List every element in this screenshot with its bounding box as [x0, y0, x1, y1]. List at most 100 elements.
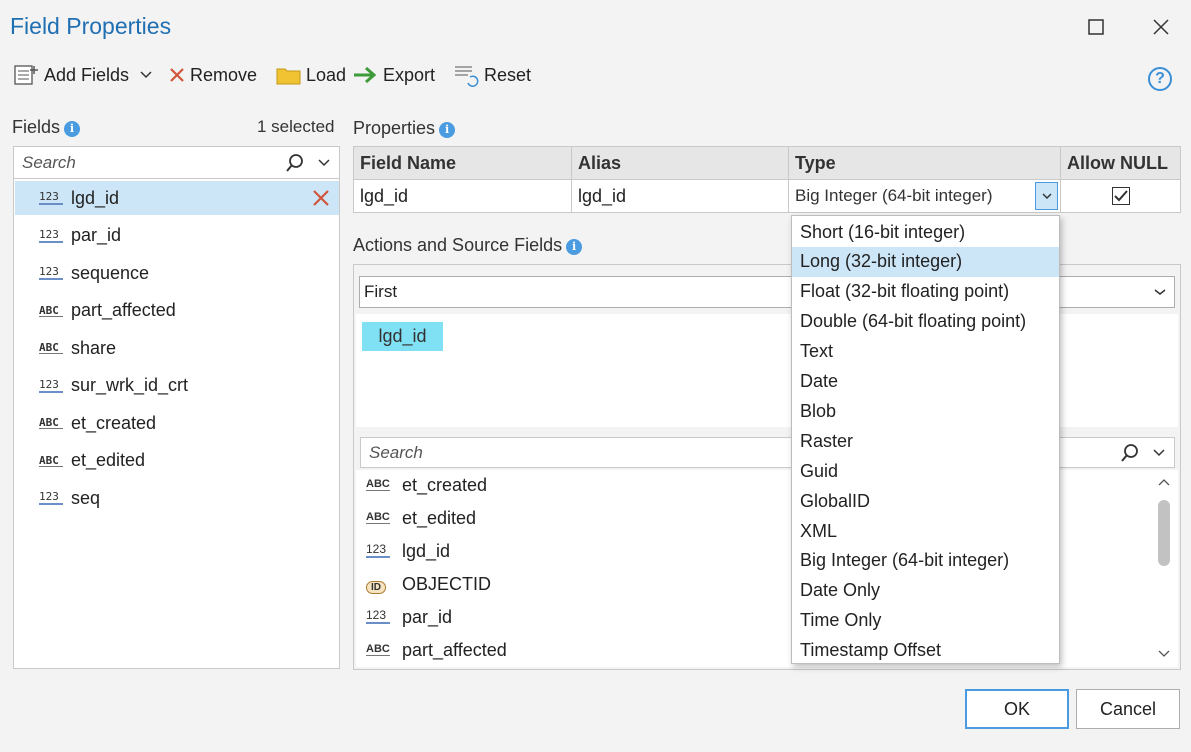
column-header-allow-null[interactable]: Allow NULL [1061, 147, 1180, 179]
text-field-icon: ABC [39, 305, 63, 317]
type-dropdown-button[interactable] [1035, 182, 1058, 210]
remove-label: Remove [190, 64, 258, 85]
field-list-item-label: sur_wrk_id_crt [71, 375, 189, 395]
allow-null-checkbox[interactable] [1111, 187, 1130, 205]
source-list-scrollbar[interactable] [1154, 472, 1174, 664]
column-header-type[interactable]: Type [789, 147, 1061, 179]
field-list-item[interactable]: 123 sequence [15, 256, 339, 290]
type-option[interactable]: Raster [792, 426, 1059, 456]
info-icon: i [64, 120, 81, 137]
field-list-item[interactable]: ABC et_edited [15, 444, 339, 478]
help-icon[interactable]: ? [1148, 67, 1172, 91]
field-list-item[interactable]: 123 sur_wrk_id_crt [15, 369, 339, 403]
field-list-item-label: et_edited [71, 450, 146, 470]
fields-search-input[interactable]: Search [14, 147, 339, 179]
type-value: Big Integer (64-bit integer) [795, 186, 993, 205]
dialog-title: Field Properties [10, 13, 172, 39]
reset-button[interactable]: Reset [454, 60, 531, 90]
field-list-item-label: seq [71, 487, 101, 508]
type-option[interactable]: Double (64-bit floating point) [792, 307, 1059, 337]
checkmark-icon [1113, 190, 1128, 202]
source-field-item[interactable]: ID OBJECTID [366, 568, 491, 600]
ok-button[interactable]: OK [965, 689, 1069, 729]
field-list-item-label: part_affected [71, 300, 176, 320]
number-field-icon: 123 [39, 491, 63, 505]
export-arrow-icon [354, 66, 377, 84]
source-field-item[interactable]: ABC et_edited [366, 502, 476, 534]
load-label: Load [306, 64, 347, 85]
field-list-item[interactable]: ABC et_created [15, 406, 339, 440]
add-fields-button[interactable]: Add Fields [14, 60, 157, 90]
type-cell[interactable]: Big Integer (64-bit integer) [789, 179, 1061, 212]
type-option[interactable]: Date [792, 367, 1059, 397]
field-list-item[interactable]: ABC part_affected [15, 294, 339, 328]
chevron-down-icon [1041, 193, 1052, 200]
load-button[interactable]: Load [276, 60, 346, 90]
text-field-icon: ABC [366, 511, 390, 524]
type-option[interactable]: XML [792, 516, 1059, 546]
type-option[interactable]: Timestamp Offset [792, 636, 1059, 666]
type-option[interactable]: Date Only [792, 576, 1059, 606]
field-list-item-label: share [71, 337, 117, 358]
source-field-label: et_created [402, 474, 488, 495]
text-field-icon: ABC [366, 478, 390, 491]
source-field-item[interactable]: ABC part_affected [366, 634, 507, 666]
scrollbar-thumb[interactable] [1158, 500, 1170, 566]
type-option[interactable]: Text [792, 337, 1059, 367]
field-list-item[interactable]: 123 seq [15, 481, 339, 515]
text-field-icon: ABC [39, 342, 63, 354]
field-list-item[interactable]: ABC share [15, 331, 339, 365]
source-field-label: et_edited [402, 507, 477, 528]
source-field-label: par_id [402, 606, 453, 627]
type-option[interactable]: Blob [792, 396, 1059, 426]
info-icon: i [439, 121, 456, 138]
allow-null-cell [1061, 179, 1180, 212]
text-field-icon: ABC [366, 643, 390, 656]
close-button[interactable] [1146, 12, 1176, 42]
remove-field-icon[interactable] [312, 189, 330, 207]
type-dropdown-list: Short (16-bit integer) Long (32-bit integ… [791, 215, 1060, 664]
number-field-icon: 123 [39, 229, 63, 243]
chevron-down-icon [318, 158, 330, 166]
add-fields-icon [14, 65, 38, 85]
field-list-item-label: par_id [71, 225, 122, 245]
maximize-button[interactable] [1081, 12, 1111, 42]
field-name-cell[interactable]: lgd_id [354, 179, 572, 212]
field-list-item-label: et_created [71, 412, 157, 433]
chevron-down-icon [140, 71, 152, 79]
field-list-item[interactable]: 123 lgd_id [15, 181, 339, 215]
search-icon [286, 153, 303, 172]
actions-label: Actions and Source Fields i [353, 235, 583, 256]
field-list-item[interactable]: 123 par_id [15, 219, 339, 253]
source-chip[interactable]: lgd_id [362, 322, 443, 351]
type-option[interactable]: Guid [792, 456, 1059, 486]
type-option[interactable]: Long (32-bit integer) [792, 246, 1059, 277]
remove-x-icon [170, 68, 184, 82]
reset-label: Reset [484, 64, 532, 85]
column-header-field-name[interactable]: Field Name [354, 147, 572, 179]
cancel-button[interactable]: Cancel [1076, 689, 1180, 729]
number-field-icon: 123 [39, 191, 63, 205]
chevron-down-icon [1154, 289, 1166, 295]
number-field-icon: 123 [39, 379, 63, 393]
source-field-label: part_affected [402, 639, 507, 660]
column-header-alias[interactable]: Alias [572, 147, 789, 179]
source-field-item[interactable]: 123 par_id [366, 601, 452, 633]
type-option[interactable]: Time Only [792, 606, 1059, 636]
text-field-icon: ABC [39, 455, 63, 467]
export-button[interactable]: Export [353, 60, 435, 90]
chevron-up-icon [1158, 479, 1170, 486]
type-option[interactable]: Big Integer (64-bit integer) [792, 546, 1059, 576]
number-field-icon: 123 [366, 609, 390, 624]
alias-cell[interactable]: lgd_id [572, 179, 789, 212]
source-field-item[interactable]: ABC et_created [366, 469, 487, 501]
type-option[interactable]: Short (16-bit integer) [792, 217, 1059, 247]
remove-button[interactable]: Remove [168, 60, 257, 90]
chevron-down-icon [1158, 650, 1170, 657]
maximize-icon [1088, 19, 1104, 35]
export-label: Export [383, 64, 436, 85]
source-field-item[interactable]: 123 lgd_id [366, 535, 450, 567]
fields-label: Fields i [12, 117, 81, 138]
type-option[interactable]: GlobalID [792, 486, 1059, 516]
type-option[interactable]: Float (32-bit floating point) [792, 277, 1059, 307]
